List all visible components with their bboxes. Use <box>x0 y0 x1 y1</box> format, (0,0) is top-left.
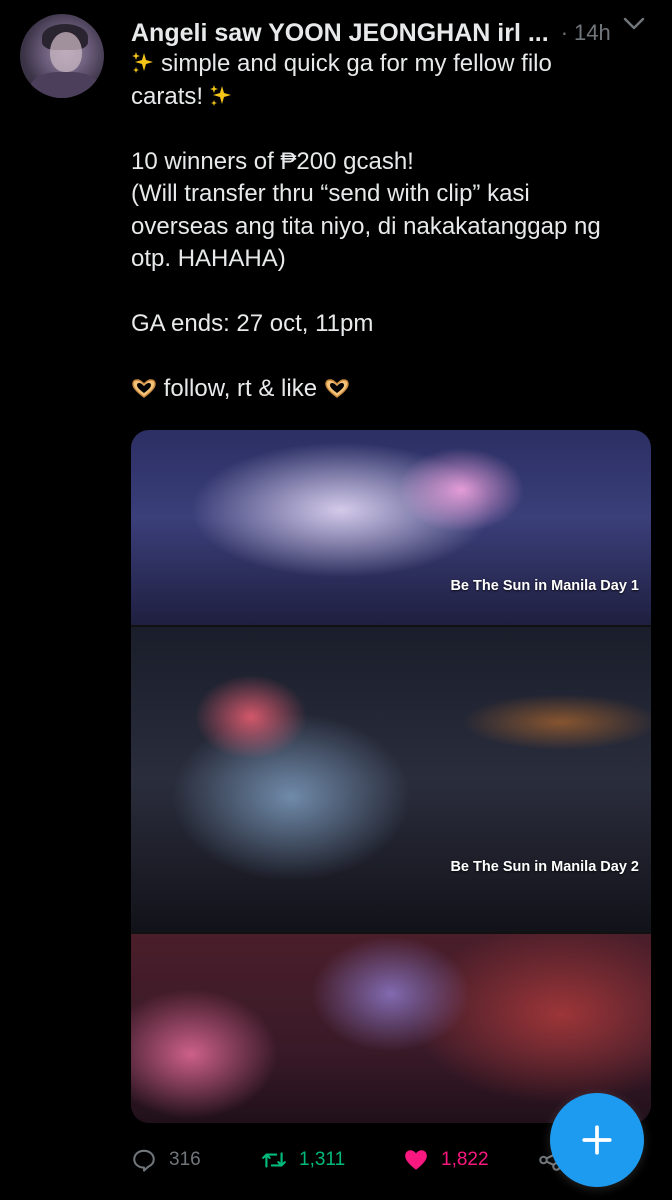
tweet-line-5: overseas ang tita niyo, di nakakatanggap… <box>131 212 601 240</box>
media-grid: Be The Sun in Manila Day 1 Be The Sun in… <box>131 430 651 1123</box>
tweet-line-2: carats! <box>131 81 651 114</box>
media-photo-1[interactable]: Be The Sun in Manila Day 1 <box>131 430 651 625</box>
tweet-line-7: GA ends: 27 oct, 11pm <box>131 310 374 337</box>
time-separator: · <box>560 20 569 45</box>
more-options-icon[interactable] <box>622 12 646 36</box>
tweet-line-2-text: carats! <box>131 82 204 110</box>
compose-button[interactable] <box>550 1093 644 1187</box>
media-photo-2[interactable]: Be The Sun in Manila Day 2 <box>131 627 651 932</box>
timestamp[interactable]: 14h <box>574 20 611 46</box>
tweet-line-1-text: simple and quick ga for my fellow filo <box>161 50 552 77</box>
tweet-line-3: 10 winners of ₱200 gcash! <box>131 147 414 175</box>
tweet-text: simple and quick ga for my fellow filo c… <box>131 48 651 406</box>
author-name[interactable]: Angeli saw YOON JEONGHAN irl ... <box>131 19 549 48</box>
avatar-body <box>30 72 100 98</box>
heart-hands-emoji-icon <box>132 379 156 398</box>
sparkles-emoji-icon <box>132 52 153 73</box>
reply-button[interactable]: 316 <box>131 1140 201 1180</box>
photo-caption: Be The Sun in Manila Day 1 <box>450 578 639 594</box>
retweet-icon <box>262 1152 286 1168</box>
heart-hands-emoji-icon <box>325 379 349 398</box>
retweet-count: 1,311 <box>299 1149 346 1170</box>
reply-count: 316 <box>169 1149 201 1170</box>
retweet-button[interactable]: 1,311 <box>261 1140 345 1180</box>
like-count: 1,822 <box>441 1149 489 1170</box>
avatar-face <box>50 32 82 72</box>
heart-icon <box>405 1150 427 1170</box>
tweet-line-1: simple and quick ga for my fellow filo <box>131 48 651 81</box>
photo-caption: Be The Sun in Manila Day 2 <box>450 859 639 875</box>
sparkles-emoji-icon <box>210 84 232 106</box>
media-photo-3[interactable] <box>131 934 651 1123</box>
tweet-line-6: otp. HAHAHA) <box>131 245 286 272</box>
like-button[interactable]: 1,822 <box>403 1140 489 1180</box>
avatar[interactable] <box>20 14 104 98</box>
tweet-header: Angeli saw YOON JEONGHAN irl ... · 14h <box>131 14 657 52</box>
plus-icon <box>582 1125 612 1155</box>
tweet-line-4: (Will transfer thru “send with clip” kas… <box>131 180 530 207</box>
tweet-line-8-text: follow, rt & like <box>163 375 318 402</box>
reply-icon <box>133 1149 155 1172</box>
tweet-line-8: follow, rt & like <box>131 373 651 406</box>
